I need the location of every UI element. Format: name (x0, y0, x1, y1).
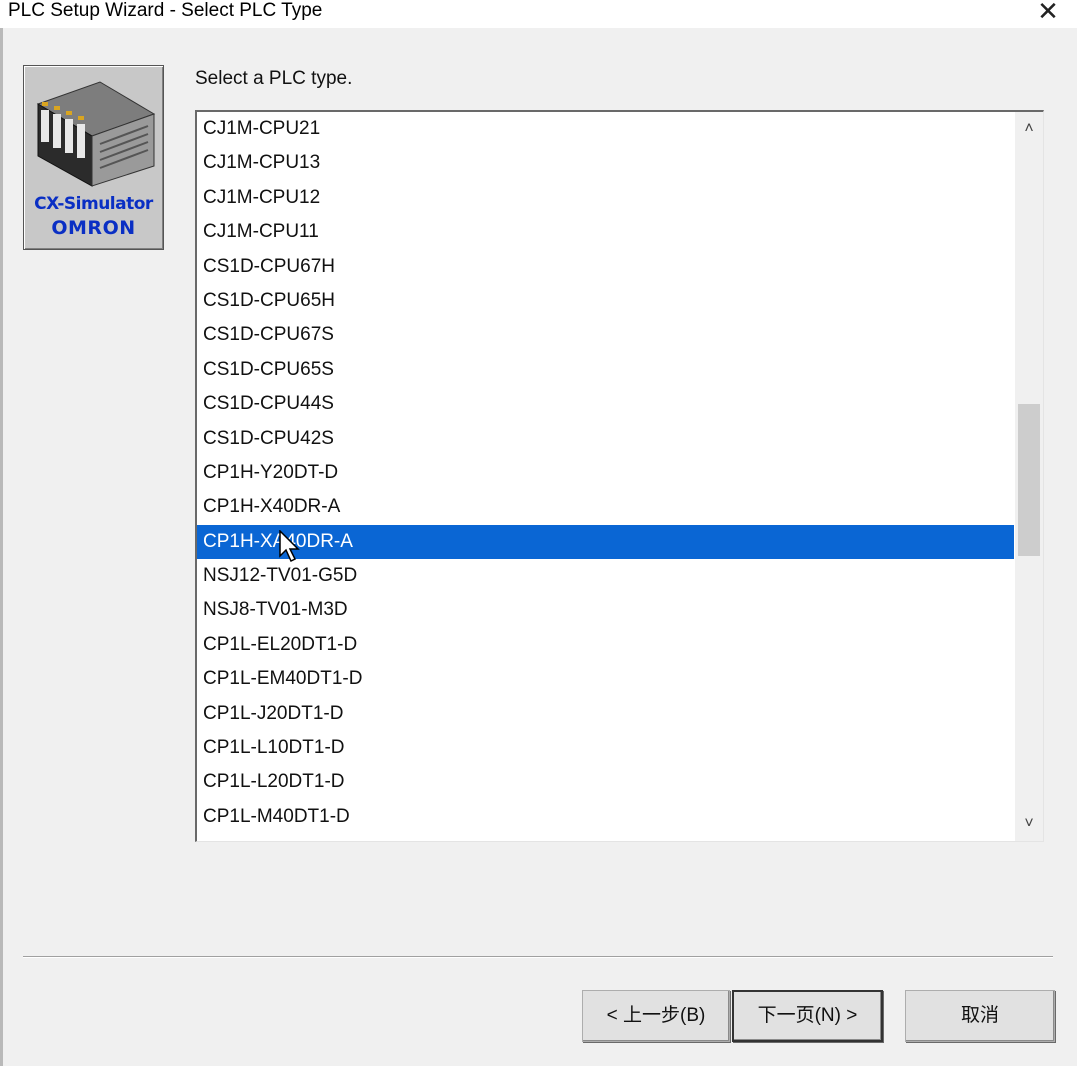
list-item[interactable]: CS1D-CPU44S (197, 387, 1014, 421)
list-item[interactable]: CS1D-CPU67H (197, 250, 1014, 284)
scroll-thumb[interactable] (1018, 403, 1040, 556)
list-item[interactable]: CP1L-L10DT1-D (197, 731, 1014, 765)
logo-product-name: CX-Simulator (34, 194, 153, 214)
select-plc-prompt: Select a PLC type. (195, 68, 353, 89)
list-item[interactable]: CP1L-M40DT1-D (197, 800, 1014, 834)
list-item[interactable]: CP1L-EM40DT1-D (197, 662, 1014, 696)
list-item[interactable]: CP1L-J20DT1-D (197, 697, 1014, 731)
plc-rack-icon (36, 81, 156, 187)
window-title: PLC Setup Wizard - Select PLC Type (8, 0, 323, 21)
chevron-down-icon: ˅ (1024, 815, 1034, 832)
scroll-down-button[interactable]: ˅ (1015, 809, 1043, 839)
plc-type-list: CJ1M-CPU21 CJ1M-CPU13 CJ1M-CPU12 CJ1M-CPU11… (197, 112, 1014, 834)
list-item[interactable]: CJ1M-CPU11 (197, 215, 1014, 249)
title-bar: PLC Setup Wizard - Select PLC Type ✕ (0, 0, 1077, 28)
vertical-scrollbar[interactable]: ˄ ˅ (1015, 112, 1043, 841)
list-item[interactable]: CP1L-EL20DT1-D (197, 628, 1014, 662)
list-item[interactable]: CP1H-X40DR-A (197, 490, 1014, 524)
footer-divider (23, 956, 1053, 958)
close-icon: ✕ (1037, 0, 1059, 26)
list-item[interactable]: CJ1M-CPU12 (197, 181, 1014, 215)
back-button[interactable]: < 上一步(B) (582, 990, 730, 1042)
cancel-button[interactable]: 取消 (905, 990, 1055, 1042)
list-item[interactable]: CJ1M-CPU13 (197, 146, 1014, 180)
mouse-pointer-icon (279, 530, 300, 563)
next-button[interactable]: 下一页(N) > (732, 990, 883, 1042)
list-item[interactable]: NSJ12-TV01-G5D (197, 559, 1014, 593)
list-item[interactable]: CP1L-L20DT1-D (197, 765, 1014, 799)
window-border (0, 28, 3, 1066)
logo-brand-name: OMRON (51, 217, 136, 239)
close-button[interactable]: ✕ (1033, 0, 1063, 26)
list-item[interactable]: CJ1M-CPU21 (197, 112, 1014, 146)
list-item[interactable]: CS1D-CPU65S (197, 353, 1014, 387)
list-item[interactable]: NSJ8-TV01-M3D (197, 593, 1014, 627)
chevron-up-icon: ˄ (1024, 120, 1034, 137)
list-item[interactable]: CS1D-CPU42S (197, 422, 1014, 456)
list-item[interactable]: CS1D-CPU65H (197, 284, 1014, 318)
scroll-up-button[interactable]: ˄ (1015, 114, 1043, 144)
list-item-selected[interactable]: CP1H-XA40DR-A (197, 524, 1014, 560)
list-item[interactable]: CS1D-CPU67S (197, 318, 1014, 352)
plc-type-listbox[interactable]: CJ1M-CPU21 CJ1M-CPU13 CJ1M-CPU12 CJ1M-CPU11… (195, 110, 1044, 842)
list-item[interactable]: CP1H-Y20DT-D (197, 456, 1014, 490)
cx-simulator-logo: CX-Simulator OMRON (23, 65, 164, 250)
